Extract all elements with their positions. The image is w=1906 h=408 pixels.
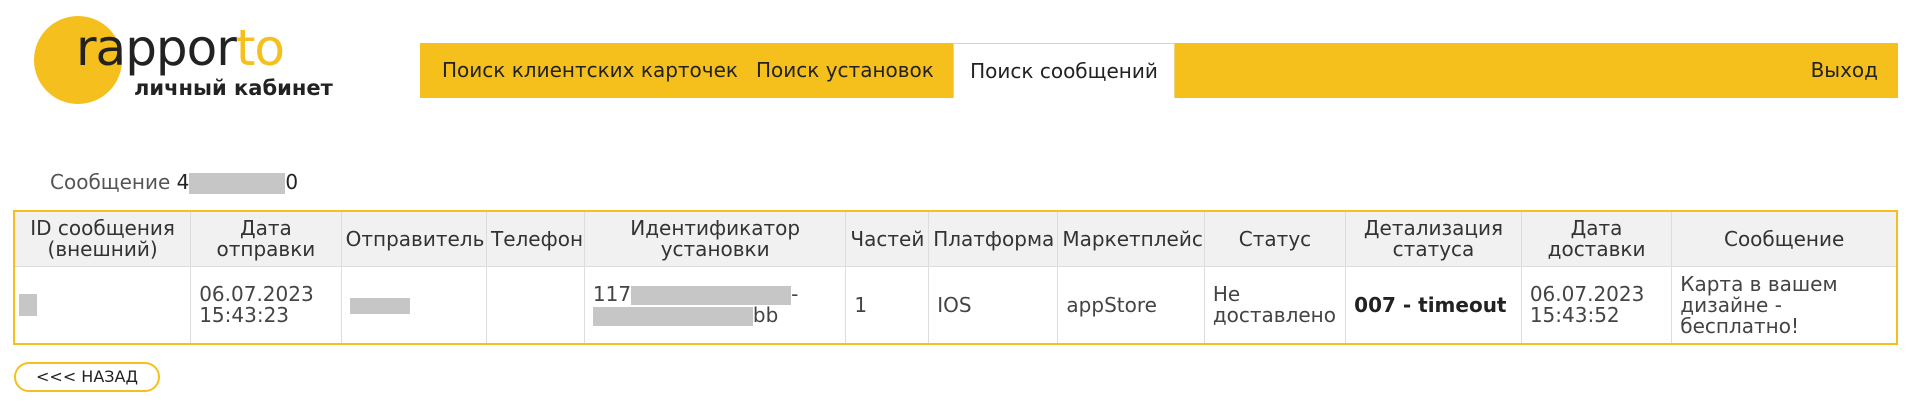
cell-phone <box>486 266 585 345</box>
cell-external-id <box>13 266 192 345</box>
col-parts: Частей <box>845 210 930 267</box>
col-sender: Отправитель <box>340 210 488 267</box>
cell-status-detail: 007 - timeout <box>1345 266 1522 345</box>
redacted-block <box>592 307 753 326</box>
logo-wordmark: rapporto <box>76 19 285 77</box>
nav-client-cards[interactable]: Поиск клиентских карточек <box>442 43 738 98</box>
cell-message-text: Карта в вашем дизайне - бесплатно! <box>1671 266 1898 345</box>
col-delivery-date: Дата доставки <box>1520 210 1673 267</box>
logo-subtitle: личный кабинет <box>134 76 333 100</box>
col-message: Сообщение <box>1671 210 1898 267</box>
cell-platform: IOS <box>928 266 1059 345</box>
redacted-block <box>189 173 286 194</box>
top-nav: Поиск клиентских карточек Поиск установо… <box>420 43 1898 98</box>
message-label: Сообщение <box>50 170 171 194</box>
nav-installations[interactable]: Поиск установок <box>756 43 934 98</box>
nav-messages[interactable]: Поиск сообщений <box>953 43 1175 98</box>
cell-install-id: 117- bb <box>583 266 847 345</box>
cell-sender <box>340 266 488 345</box>
rapporto-logo: rapporto личный кабинет <box>34 16 334 106</box>
col-phone: Телефон <box>486 210 585 267</box>
col-marketplace: Маркетплейс <box>1057 210 1205 267</box>
col-platform: Платформа <box>928 210 1059 267</box>
message-id-end: 0 <box>285 170 299 194</box>
message-id-line: Сообщение 4 0 <box>50 170 298 194</box>
cell-parts: 1 <box>845 266 930 345</box>
redacted-block <box>349 298 410 314</box>
col-install-id: Идентификатор установки <box>583 210 847 267</box>
back-button[interactable]: <<< НАЗАД <box>14 362 160 392</box>
col-send-date: Дата отправки <box>190 210 342 267</box>
messages-table: ID сообщения (внешний) Дата отправки Отп… <box>13 210 1898 345</box>
logout-link[interactable]: Выход <box>1811 43 1878 98</box>
cell-marketplace: appStore <box>1057 266 1205 345</box>
col-external-id: ID сообщения (внешний) <box>13 210 192 267</box>
table-row: 06.07.2023 15:43:23 117- bb 1 IOS appSto… <box>13 266 1898 345</box>
cell-send-date: 06.07.2023 15:43:23 <box>190 266 342 345</box>
col-status: Статус <box>1203 210 1347 267</box>
redacted-block <box>19 294 37 317</box>
cell-delivery-date: 06.07.2023 15:43:52 <box>1520 266 1673 345</box>
cell-status: Не доставлено <box>1203 266 1347 345</box>
col-status-detail: Детализация статуса <box>1345 210 1522 267</box>
table-header-row: ID сообщения (внешний) Дата отправки Отп… <box>13 210 1898 267</box>
message-id-start: 4 <box>176 170 190 194</box>
